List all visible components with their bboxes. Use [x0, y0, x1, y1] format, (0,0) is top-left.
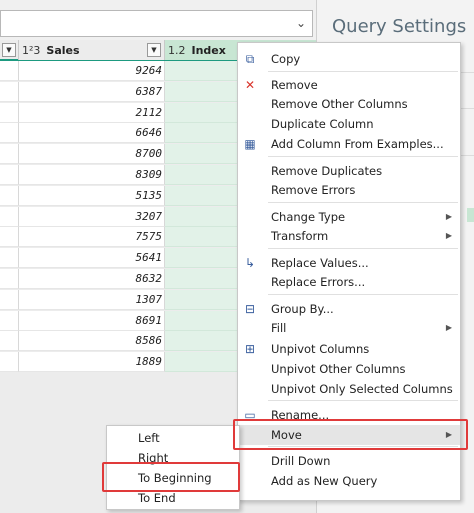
menu-item-label: Transform — [271, 229, 329, 243]
menu-item-label: Replace Errors... — [271, 275, 366, 289]
menu-separator — [268, 294, 458, 295]
menu-item-label: Add Column From Examples... — [271, 137, 444, 151]
menu-item-copy[interactable]: ⧉ Copy — [238, 49, 460, 69]
remove-icon: ✕ — [244, 78, 256, 92]
menu-item-label: Change Type — [271, 210, 346, 224]
menu-item-label: Add as New Query — [271, 474, 378, 488]
menu-separator — [268, 71, 458, 72]
column-header-previous[interactable]: ▼ — [0, 40, 19, 60]
menu-item-fill[interactable]: Fill ▶ — [238, 318, 460, 338]
menu-item-label: Remove — [271, 78, 318, 92]
type-integer-icon[interactable]: 1²3 — [22, 44, 40, 57]
menu-item-remove[interactable]: ✕ Remove — [238, 75, 460, 95]
table-cell[interactable] — [0, 102, 19, 123]
column-filter-icon[interactable]: ▼ — [2, 43, 16, 57]
menu-separator — [268, 400, 458, 401]
formula-input[interactable]: ⌄ — [0, 10, 313, 37]
menu-item-replace-values[interactable]: ↳ Replace Values... — [238, 253, 460, 273]
column-header-sales[interactable]: 1²3 Sales ▼ — [19, 40, 165, 60]
menu-item-label: Duplicate Column — [271, 117, 374, 131]
table-cell[interactable] — [0, 248, 19, 269]
menu-item-replace-errors[interactable]: Replace Errors... — [238, 272, 460, 292]
sales-cell[interactable]: 5135 — [19, 185, 165, 206]
type-decimal-icon[interactable]: 1.2 — [168, 44, 186, 57]
table-cell[interactable] — [0, 310, 19, 331]
table-cell[interactable] — [0, 206, 19, 227]
menu-item-drill-down[interactable]: Drill Down — [238, 451, 460, 471]
replace-values-icon: ↳ — [244, 256, 256, 270]
menu-separator — [268, 248, 458, 249]
menu-item-label: Drill Down — [271, 454, 331, 468]
move-submenu-item-left[interactable]: Left — [107, 428, 239, 448]
sales-cell[interactable]: 3207 — [19, 206, 165, 227]
menu-item-unpivot-other-columns[interactable]: Unpivot Other Columns — [238, 359, 460, 379]
table-cell[interactable] — [0, 81, 19, 102]
table-cell[interactable] — [0, 123, 19, 144]
menu-separator — [268, 156, 458, 157]
menu-item-label: Unpivot Other Columns — [271, 362, 406, 376]
menu-item-remove-other-columns[interactable]: Remove Other Columns — [238, 94, 460, 114]
sales-cell[interactable]: 6387 — [19, 81, 165, 102]
menu-item-label: Fill — [271, 321, 287, 335]
formula-bar: ⌄ — [0, 0, 316, 38]
copy-icon: ⧉ — [245, 52, 255, 66]
submenu-arrow-icon: ▶ — [445, 231, 452, 240]
menu-separator — [268, 202, 458, 203]
sales-cell[interactable]: 8632 — [19, 269, 165, 289]
sales-cell[interactable]: 1889 — [19, 352, 165, 373]
sales-cell[interactable]: 8309 — [19, 165, 165, 185]
table-cell[interactable] — [0, 269, 19, 289]
menu-item-label: Copy — [271, 52, 301, 66]
menu-item-change-type[interactable]: Change Type ▶ — [238, 207, 460, 227]
applied-step-selection[interactable] — [467, 208, 474, 222]
unpivot-icon: ⊞ — [244, 342, 256, 356]
submenu-arrow-icon: ▶ — [445, 323, 452, 332]
menu-item-transform[interactable]: Transform ▶ — [238, 226, 460, 246]
table-cell[interactable] — [0, 227, 19, 248]
table-cell[interactable] — [0, 352, 19, 373]
menu-item-add-as-new-query[interactable]: Add as New Query — [238, 471, 460, 491]
table-cell[interactable] — [0, 144, 19, 165]
table-cell[interactable] — [0, 165, 19, 185]
submenu-arrow-icon: ▶ — [445, 212, 452, 221]
menu-item-label: Remove Duplicates — [271, 164, 383, 178]
add-column-icon: ▦ — [244, 137, 256, 151]
menu-item-duplicate-column[interactable]: Duplicate Column — [238, 114, 460, 134]
menu-item-remove-duplicates[interactable]: Remove Duplicates — [238, 161, 460, 181]
menu-item-remove-errors[interactable]: Remove Errors — [238, 180, 460, 200]
highlight-box-to-beginning — [102, 462, 240, 492]
sales-cell[interactable]: 8586 — [19, 331, 165, 352]
sales-cell[interactable]: 2112 — [19, 102, 165, 123]
column-header-label: Sales — [46, 43, 80, 57]
sales-cell[interactable]: 8700 — [19, 144, 165, 165]
column-header-label: Index — [191, 43, 226, 57]
table-cell[interactable] — [0, 331, 19, 352]
highlight-box-move — [233, 419, 468, 450]
menu-item-label: Replace Values... — [271, 256, 369, 270]
menu-item-label: Left — [138, 431, 160, 445]
sales-cell[interactable]: 1307 — [19, 289, 165, 310]
menu-item-label: Unpivot Columns — [271, 342, 370, 356]
menu-item-group-by[interactable]: ⊟ Group By... — [238, 299, 460, 319]
query-settings-title: Query Settings — [332, 16, 467, 37]
sales-cell[interactable]: 5641 — [19, 248, 165, 269]
column-filter-icon[interactable]: ▼ — [147, 43, 161, 57]
chevron-down-icon[interactable]: ⌄ — [294, 16, 308, 30]
sales-cell[interactable]: 7575 — [19, 227, 165, 248]
menu-item-label: Unpivot Only Selected Columns — [271, 382, 453, 396]
group-by-icon: ⊟ — [244, 302, 256, 316]
menu-item-label: Remove Other Columns — [271, 97, 408, 111]
menu-item-unpivot-only-selected-columns[interactable]: Unpivot Only Selected Columns — [238, 379, 460, 399]
sales-cell[interactable]: 8691 — [19, 310, 165, 331]
table-cell[interactable] — [0, 185, 19, 206]
menu-item-label: Group By... — [271, 302, 334, 316]
table-cell[interactable] — [0, 61, 19, 81]
sales-cell[interactable]: 6646 — [19, 123, 165, 144]
sales-cell[interactable]: 9264 — [19, 61, 165, 81]
menu-item-add-column-from-examples[interactable]: ▦ Add Column From Examples... — [238, 134, 460, 154]
table-cell[interactable] — [0, 289, 19, 310]
menu-item-label: Remove Errors — [271, 183, 356, 197]
menu-item-unpivot-columns[interactable]: ⊞ Unpivot Columns — [238, 339, 460, 359]
